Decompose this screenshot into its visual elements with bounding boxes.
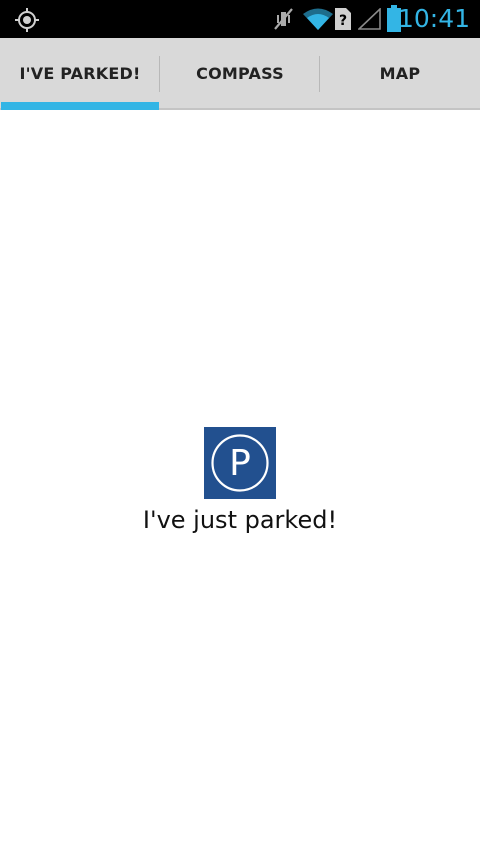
sim-unknown-icon: ? — [335, 8, 351, 30]
gps-icon — [15, 8, 39, 32]
svg-text:?: ? — [339, 13, 347, 29]
tab-map[interactable]: MAP — [320, 38, 480, 108]
tab-compass[interactable]: COMPASS — [160, 38, 320, 108]
tab-selected-indicator — [1, 102, 159, 110]
logo-letter: P — [229, 443, 251, 484]
parking-sign-icon[interactable]: P — [204, 427, 276, 499]
status-bar: ? 10:41 — [0, 0, 480, 38]
tab-label: COMPASS — [196, 63, 284, 83]
parked-label: I've just parked! — [142, 506, 338, 534]
status-time: 10:41 — [397, 4, 470, 33]
parked-content: P I've just parked! — [0, 110, 480, 854]
tab-bar: I'VE PARKED! COMPASS MAP — [0, 38, 480, 110]
cell-signal-icon — [358, 8, 381, 30]
tab-label: MAP — [379, 63, 421, 83]
tab-ive-parked[interactable]: I'VE PARKED! — [0, 38, 160, 110]
vibrate-muted-icon — [274, 8, 293, 30]
wifi-icon — [303, 8, 333, 30]
parked-block: P I've just parked! — [0, 427, 480, 535]
tab-label: I'VE PARKED! — [19, 63, 141, 83]
